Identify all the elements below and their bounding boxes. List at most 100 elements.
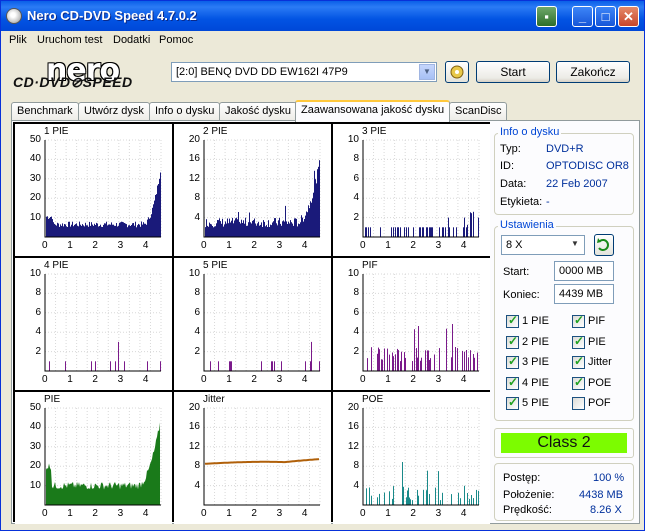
close-button[interactable]: ✕ — [618, 6, 639, 27]
y-tick-label: 10 — [29, 479, 41, 491]
tab-create-disc[interactable]: Utwórz dysk — [78, 102, 150, 121]
y-tick-label: 12 — [188, 440, 200, 452]
x-tick-label: 0 — [360, 240, 366, 251]
bar — [319, 160, 320, 237]
bar — [280, 223, 281, 237]
bar — [155, 195, 156, 237]
progress-label: Postęp: — [503, 472, 541, 484]
app-save-icon[interactable]: ▪ — [536, 6, 557, 27]
bar — [263, 220, 264, 237]
bar — [75, 224, 76, 237]
tab-disc-info[interactable]: Info o dysku — [149, 102, 221, 121]
checkbox-label: 2 PIE — [522, 335, 549, 348]
checkbox-label: POF — [588, 397, 611, 409]
bar — [111, 222, 112, 237]
x-tick-label: 1 — [385, 374, 391, 385]
bar — [403, 486, 404, 505]
graph-title: 2 PIE — [203, 126, 228, 137]
minimize-button[interactable]: _ — [572, 6, 593, 27]
bar — [131, 225, 132, 237]
x-tick-label: 4 — [301, 240, 308, 251]
bar — [49, 361, 50, 371]
start-mb-input[interactable]: 0000 MB — [554, 261, 614, 281]
bar — [231, 361, 232, 371]
bar — [471, 495, 472, 505]
bar — [152, 207, 153, 237]
y-tick-label: 4 — [353, 192, 359, 204]
checkbox-pif[interactable] — [572, 313, 585, 328]
bar — [109, 224, 110, 237]
bar — [298, 223, 299, 237]
bar — [300, 222, 301, 237]
bar — [284, 221, 285, 237]
refresh-speeds-button[interactable] — [594, 234, 614, 256]
menu-dodatki[interactable]: Dodatki — [113, 34, 150, 46]
bar — [393, 486, 394, 505]
tab-benchmark[interactable]: Benchmark — [11, 102, 79, 121]
graph-5-pie: 5 PIE 2 4 6 8 10 0 1 2 3 4 — [174, 258, 331, 390]
bar — [71, 224, 72, 237]
bar — [256, 225, 257, 237]
y-tick-label: 10 — [347, 268, 359, 279]
checkbox-2-pie[interactable] — [506, 334, 519, 349]
start-button[interactable]: Start — [476, 61, 550, 83]
maximize-button[interactable]: □ — [595, 6, 616, 27]
y-tick-label: 8 — [35, 287, 41, 299]
end-mb-input[interactable]: 4439 MB — [554, 284, 614, 304]
menu-plik[interactable]: Plik — [9, 34, 27, 46]
speed-select[interactable]: 8 X ▼ — [501, 235, 585, 255]
bar — [392, 498, 393, 505]
bar — [143, 222, 144, 237]
bar — [57, 222, 58, 237]
chevron-down-icon[interactable]: ▼ — [419, 64, 435, 80]
settings-title: Ustawienia — [498, 219, 556, 231]
checkbox-pof[interactable] — [572, 397, 585, 410]
y-tick-label: 8 — [353, 287, 359, 299]
x-tick-label: 1 — [226, 240, 232, 251]
drive-select[interactable]: [2:0] BENQ DVD DD EW162I 47P9 ▼ — [171, 62, 437, 82]
tab-disc-quality[interactable]: Jakość dysku — [219, 102, 298, 121]
checkbox-jitter[interactable] — [572, 354, 585, 369]
bar — [408, 487, 409, 505]
bar — [211, 224, 212, 237]
checkbox-4-pie[interactable] — [506, 375, 519, 390]
checkbox-5-pie[interactable] — [506, 395, 519, 410]
bar — [464, 217, 465, 237]
menu-uruchom-test[interactable]: Uruchom test — [37, 34, 102, 46]
bar — [55, 224, 56, 237]
title-bar[interactable]: Nero CD-DVD Speed 4.7.0.2 ▪ _ □ ✕ — [1, 1, 644, 31]
bar — [238, 212, 239, 237]
bar — [313, 192, 314, 237]
checkbox-3-pie[interactable] — [506, 354, 519, 369]
bar — [309, 208, 310, 237]
bar — [369, 487, 370, 505]
refresh-drive-button[interactable] — [445, 61, 469, 83]
menu-pomoc[interactable]: Pomoc — [159, 34, 193, 46]
tab-scandisc[interactable]: ScanDisc — [449, 102, 508, 121]
bar — [366, 227, 367, 237]
x-tick-label: 2 — [410, 374, 416, 385]
y-tick-label: 2 — [35, 345, 41, 357]
checkbox-label: PIE — [588, 335, 606, 348]
bar — [151, 214, 152, 237]
chevron-down-icon[interactable]: ▼ — [567, 237, 583, 253]
tab-advanced-disc-quality[interactable]: Zaawansowana jakość dysku — [295, 100, 451, 122]
bar — [208, 226, 209, 237]
bar — [262, 227, 263, 237]
end-button[interactable]: Zakończ — [556, 61, 630, 83]
x-tick-label: 0 — [201, 374, 207, 385]
bar — [422, 227, 423, 237]
menu-bar: Plik Uruchom test Dodatki Pomoc — [1, 31, 644, 50]
checkbox-pie[interactable] — [572, 334, 585, 349]
progress-value: 100 % — [593, 472, 625, 484]
bar — [125, 223, 126, 237]
bar — [205, 227, 206, 237]
x-tick-label: 0 — [42, 508, 48, 519]
bar — [467, 493, 468, 505]
checkbox-poe[interactable] — [572, 375, 585, 390]
y-tick-label: 12 — [347, 440, 359, 452]
x-tick-label: 2 — [92, 240, 98, 251]
checkbox-1-pie[interactable] — [506, 313, 519, 328]
bar — [144, 223, 145, 237]
bar — [134, 225, 135, 237]
